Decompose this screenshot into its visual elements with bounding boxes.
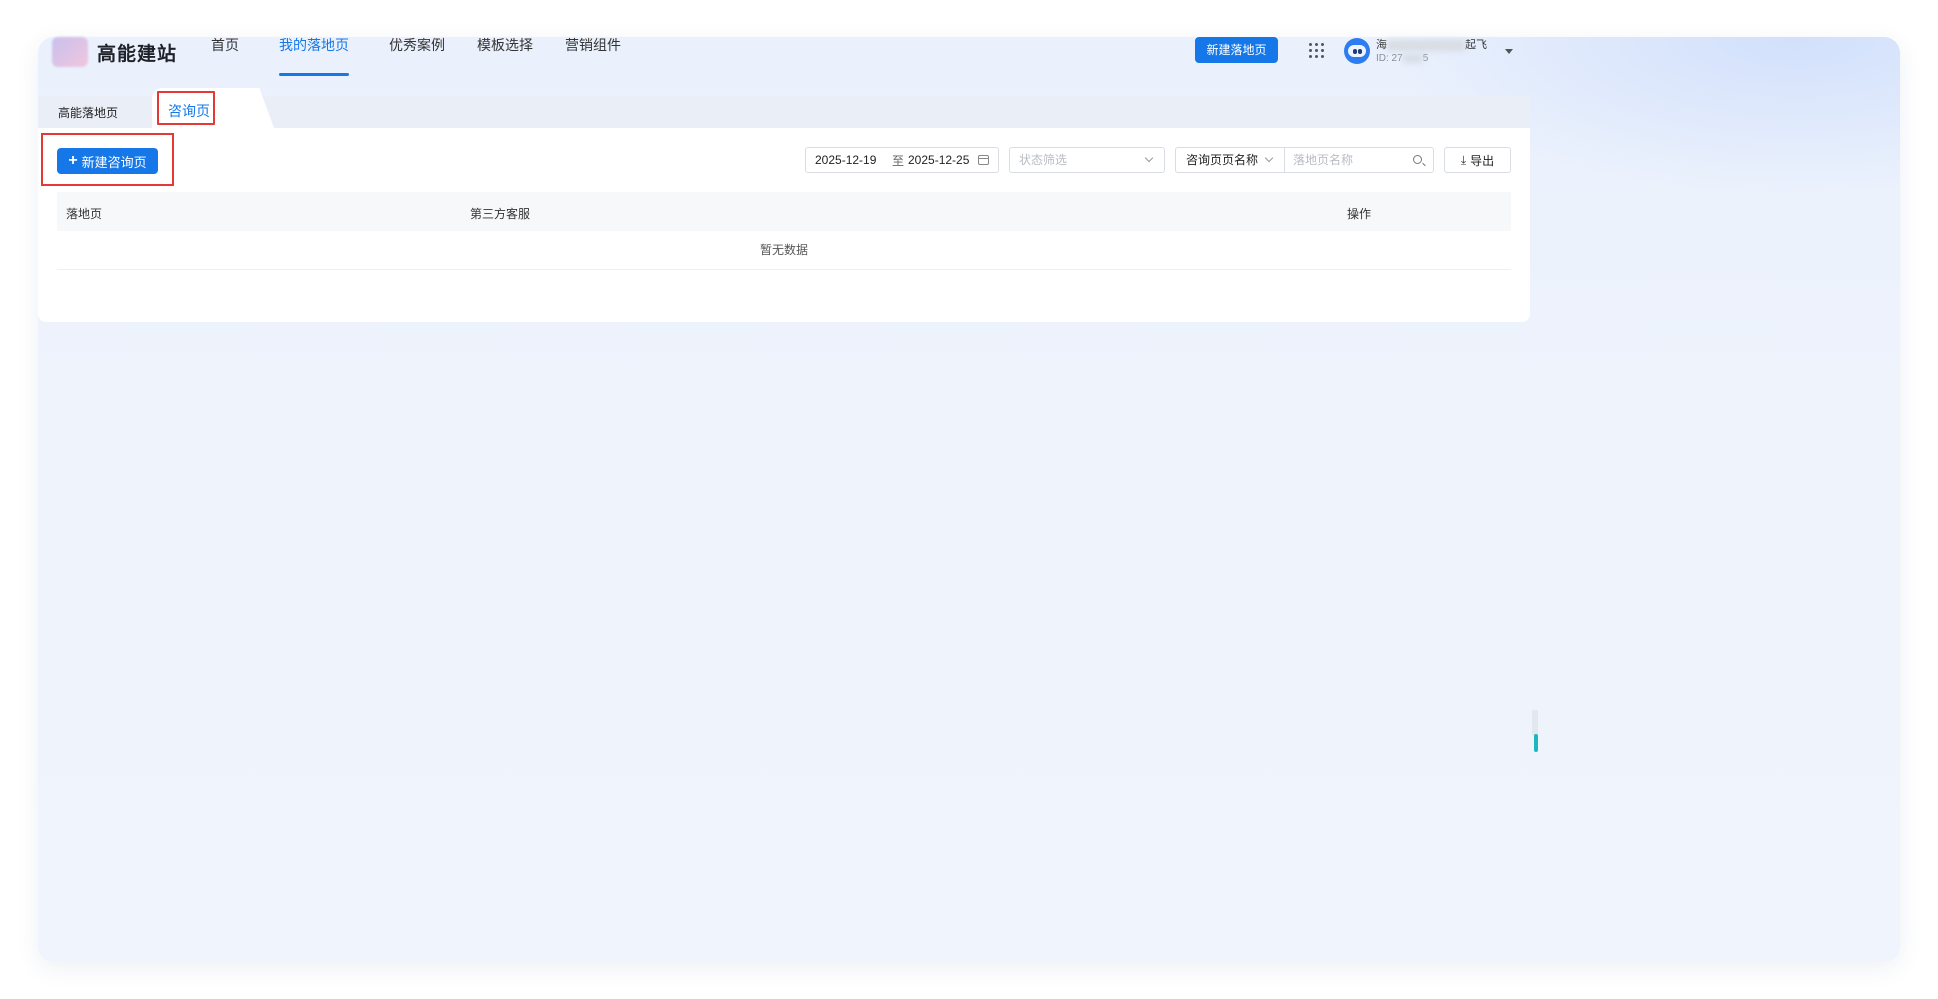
status-filter-select[interactable]: 状态筛选 <box>1009 147 1165 173</box>
scrollbar-track[interactable] <box>1532 710 1538 736</box>
nav-item-templates[interactable]: 模板选择 <box>477 20 533 76</box>
main-nav: 首页 我的落地页 优秀案例 模板选择 营销组件 <box>211 20 661 76</box>
tab-gaoneng-landing[interactable]: 高能落地页 <box>58 104 118 121</box>
search-icon[interactable] <box>1413 155 1422 164</box>
new-landing-page-button[interactable]: 新建落地页 <box>1195 37 1278 63</box>
brand-logo[interactable]: 高能建站 <box>52 37 177 67</box>
user-name[interactable]: 海 起飞 <box>1376 36 1506 52</box>
date-range-picker[interactable]: 2025-12-19 至 2025-12-25 <box>805 147 999 173</box>
search-type-select[interactable]: 咨询页页名称 <box>1176 148 1285 172</box>
user-id-suffix: 5 <box>1422 53 1429 64</box>
nav-item-marketing-components[interactable]: 营销组件 <box>565 20 621 76</box>
scrollbar-thumb[interactable] <box>1534 734 1538 752</box>
table-header: 落地页 第三方客服 操作 <box>57 192 1511 231</box>
nav-item-home[interactable]: 首页 <box>211 20 239 76</box>
column-header-landing-page: 落地页 <box>66 207 103 221</box>
date-start: 2025-12-19 <box>815 153 877 167</box>
tab-consult-page[interactable]: 咨询页 <box>168 101 210 121</box>
user-id-prefix: ID: 27 <box>1376 53 1403 64</box>
search-type-label: 咨询页页名称 <box>1186 153 1259 167</box>
plus-icon: + <box>68 152 78 169</box>
user-name-mask <box>1387 39 1465 51</box>
download-icon: ⤓ <box>1460 152 1467 167</box>
status-filter-placeholder: 状态筛选 <box>1019 153 1068 167</box>
user-id: ID: 27 5 <box>1376 53 1428 64</box>
calendar-icon <box>978 155 989 165</box>
user-id-mask <box>1402 53 1423 63</box>
search-group: 咨询页页名称 <box>1175 147 1434 173</box>
date-separator: 至 <box>892 153 905 168</box>
table-empty-row: 暂无数据 <box>57 231 1511 270</box>
user-menu-caret-icon[interactable] <box>1505 49 1513 54</box>
brand-logo-mark <box>52 37 88 67</box>
nav-item-showcase[interactable]: 优秀案例 <box>389 20 445 76</box>
export-button[interactable]: ⤓ 导出 <box>1444 147 1511 173</box>
search-input[interactable] <box>1285 148 1433 172</box>
nav-item-my-landing-pages[interactable]: 我的落地页 <box>279 20 349 76</box>
user-name-start: 海 <box>1376 39 1387 51</box>
column-header-actions: 操作 <box>1347 207 1372 221</box>
chevron-down-icon <box>1264 153 1274 163</box>
chevron-down-icon <box>1144 153 1154 163</box>
apps-grid-icon[interactable] <box>1309 43 1325 59</box>
column-header-third-party-service: 第三方客服 <box>470 207 531 221</box>
user-avatar[interactable] <box>1344 38 1370 64</box>
robot-face-icon <box>1348 45 1366 57</box>
user-name-end: 起飞 <box>1465 39 1487 51</box>
new-consult-page-button[interactable]: + 新建咨询页 <box>57 148 158 174</box>
new-consult-page-label: 新建咨询页 <box>81 154 147 170</box>
date-end: 2025-12-25 <box>908 153 970 167</box>
export-label: 导出 <box>1470 153 1495 168</box>
brand-name: 高能建站 <box>97 43 178 65</box>
